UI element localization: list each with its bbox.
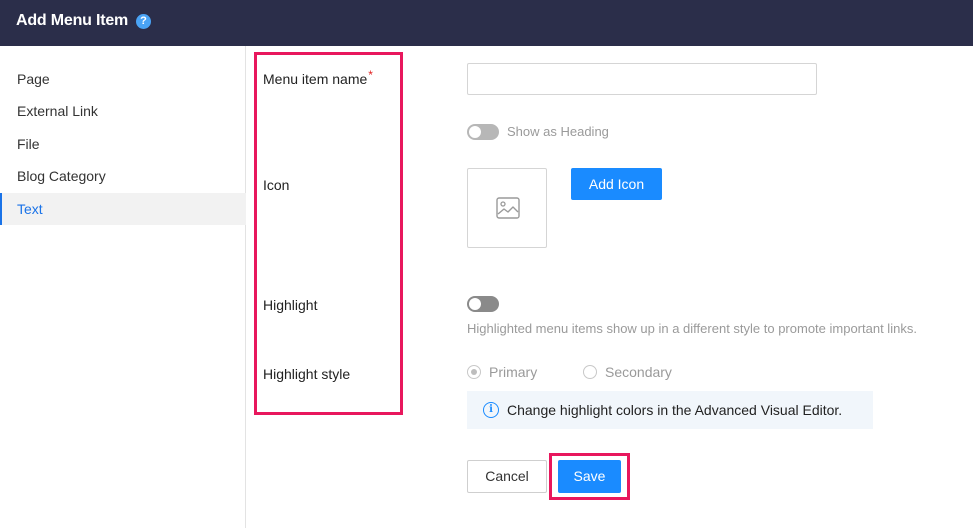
secondary-radio[interactable] <box>583 365 597 379</box>
highlight-toggle[interactable] <box>467 296 499 312</box>
menu-type-sidebar: Page External Link File Blog Category Te… <box>0 46 246 528</box>
header-bar: Add Menu Item ? <box>0 0 973 46</box>
cancel-button[interactable]: Cancel <box>467 460 547 493</box>
sidebar-item-text[interactable]: Text <box>0 193 246 225</box>
add-icon-button[interactable]: Add Icon <box>571 168 662 200</box>
primary-radio-label: Primary <box>489 364 538 380</box>
highlight-style-label: Highlight style <box>263 366 351 382</box>
highlight-help-text: Highlighted menu items show up in a diff… <box>467 321 917 336</box>
show-as-heading-label: Show as Heading <box>507 124 609 139</box>
sidebar-item-page[interactable]: Page <box>0 63 246 95</box>
labels-annotation-box <box>254 52 403 415</box>
highlight-label: Highlight <box>263 297 318 313</box>
secondary-radio-label: Secondary <box>605 364 672 380</box>
required-marker: * <box>368 68 373 82</box>
sidebar-item-file[interactable]: File <box>0 128 246 160</box>
menu-item-name-label-text: Menu item name <box>263 71 368 87</box>
primary-radio[interactable] <box>467 365 481 379</box>
image-placeholder-icon <box>496 197 520 219</box>
help-icon[interactable]: ? <box>136 14 151 29</box>
sidebar-item-external-link[interactable]: External Link <box>0 95 246 127</box>
save-button[interactable]: Save <box>558 460 621 493</box>
sidebar-item-blog-category[interactable]: Blog Category <box>0 160 246 192</box>
info-icon: i <box>483 402 499 418</box>
icon-preview-box[interactable] <box>467 168 547 248</box>
page-title: Add Menu Item <box>16 12 129 29</box>
icon-label: Icon <box>263 177 290 193</box>
info-banner-text: Change highlight colors in the Advanced … <box>507 402 843 418</box>
show-as-heading-toggle[interactable] <box>467 124 499 140</box>
menu-item-name-input[interactable] <box>467 63 817 95</box>
menu-item-name-label: Menu item name* <box>263 68 373 87</box>
info-banner: i Change highlight colors in the Advance… <box>467 391 873 429</box>
